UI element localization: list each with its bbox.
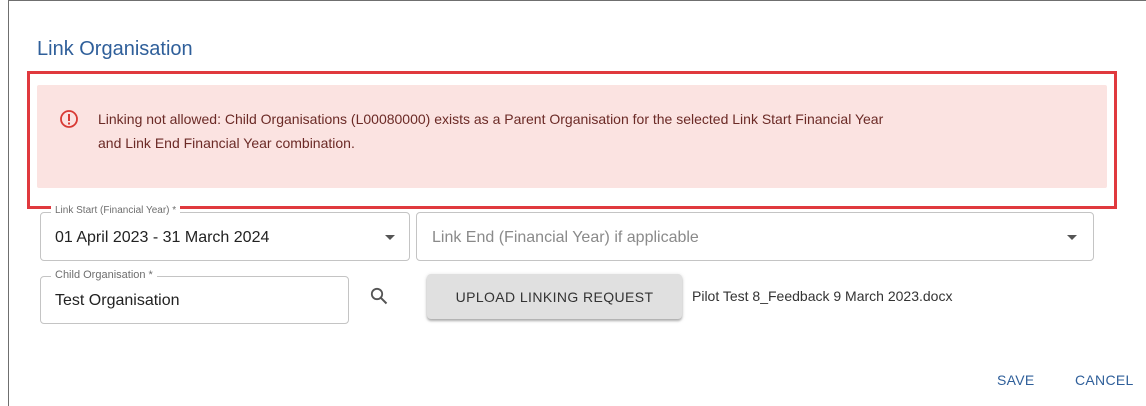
save-button[interactable]: SAVE — [997, 372, 1035, 388]
link-end-placeholder: Link End (Financial Year) if applicable — [432, 229, 699, 246]
highlight-frame — [27, 71, 1117, 209]
child-organisation-field[interactable]: Test Organisation — [40, 276, 349, 324]
uploaded-file-name[interactable]: Pilot Test 8_Feedback 9 March 2023.docx — [692, 288, 952, 304]
link-end-select[interactable]: Link End (Financial Year) if applicable — [416, 212, 1094, 261]
link-start-select[interactable]: 01 April 2023 - 31 March 2024 — [40, 212, 410, 261]
link-start-chevron-down-icon[interactable] — [385, 235, 395, 240]
child-organisation-label: Child Organisation * — [51, 268, 157, 282]
child-organisation-value: Test Organisation — [55, 292, 180, 309]
link-start-label: Link Start (Financial Year) * — [51, 204, 181, 218]
cancel-button[interactable]: CANCEL — [1075, 372, 1134, 388]
link-end-chevron-down-icon[interactable] — [1067, 235, 1077, 240]
dialog-title: Link Organisation — [37, 38, 193, 60]
link-start-value: 01 April 2023 - 31 March 2024 — [55, 229, 270, 246]
upload-linking-request-button[interactable]: UPLOAD LINKING REQUEST — [427, 274, 682, 319]
search-icon[interactable] — [370, 287, 388, 305]
